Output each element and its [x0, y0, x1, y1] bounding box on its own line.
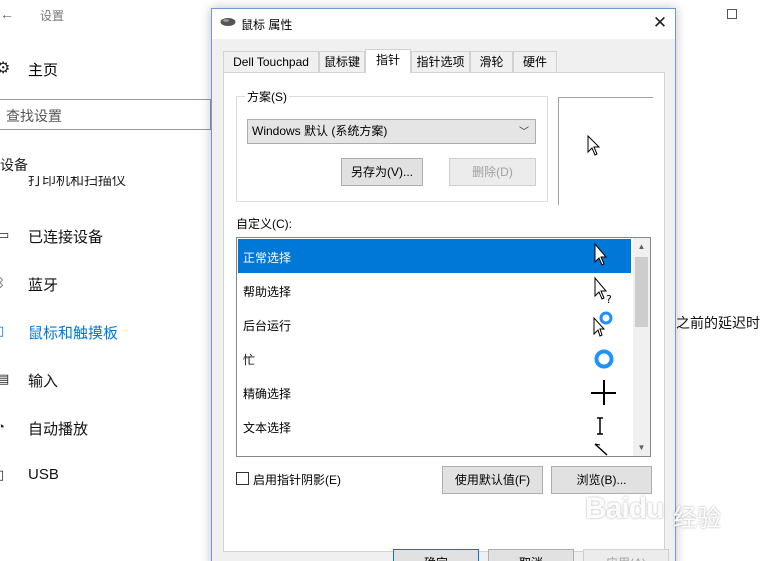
arrow-cursor-icon [594, 242, 608, 266]
text-cursor-icon [597, 417, 603, 435]
connected-devices-icon: ▭ [0, 227, 10, 242]
list-item[interactable]: 后台运行 [238, 307, 631, 341]
keyboard-icon: ▤ [0, 371, 10, 386]
sidebar-item-label: 鼠标和触摸板 [28, 325, 119, 342]
tab-hardware[interactable]: 硬件 [513, 51, 557, 72]
list-item[interactable]: 精确选择 [238, 375, 631, 409]
apply-button[interactable]: 应用(A) [583, 549, 669, 561]
watermark-brand: Baidu [585, 492, 664, 525]
settings-body-text: 之前的延迟时 [676, 315, 760, 331]
mouse-icon: ▯ [0, 323, 5, 338]
scroll-up-icon[interactable]: ▲ [633, 238, 650, 255]
pointer-shadow-label: 启用指针阴影(E) [253, 473, 341, 487]
tab-dell-touchpad[interactable]: Dell Touchpad [223, 51, 319, 72]
sidebar-item-printers[interactable]: 打印机和扫描仪 [28, 176, 126, 188]
list-item[interactable]: 忙 [238, 341, 631, 375]
sidebar-item-label: USB [28, 466, 59, 483]
busy-cursor-icon [594, 349, 614, 369]
list-item[interactable]: 帮助选择 ? [238, 273, 631, 307]
settings-title: 设置 [40, 9, 65, 23]
search-input[interactable]: 查找设置 [0, 99, 211, 130]
dialog-titlebar[interactable]: 鼠标 属性 ✕ [212, 9, 675, 39]
watermark-sub: 经验 [673, 505, 721, 532]
cursor-list[interactable]: 正常选择 帮助选择 ? 后台运行 忙 精确选择 文本选择 ▲ ▼ [236, 237, 651, 457]
search-placeholder: 查找设置 [6, 108, 62, 124]
sidebar-item-typing[interactable]: ▤ 输入 [0, 369, 211, 393]
chevron-down-icon: ﹀ [519, 127, 529, 138]
cursor-preview [558, 97, 653, 205]
mouse-icon [220, 18, 236, 26]
sidebar-item-autoplay[interactable]: ◔ 自动播放 [0, 417, 211, 441]
pointer-shadow-checkbox[interactable] [236, 472, 249, 485]
precision-cursor-icon [591, 380, 616, 405]
sidebar-item-usb[interactable]: ▯ USB [0, 465, 211, 489]
gear-icon: ⚙ [0, 60, 11, 77]
delete-button[interactable]: 删除(D) [449, 158, 536, 186]
autoplay-icon: ◔ [0, 419, 5, 434]
ok-button[interactable]: 确定 [393, 549, 479, 561]
list-item[interactable]: 正常选择 [238, 239, 631, 273]
sidebar-item-label: 输入 [28, 373, 59, 390]
cursor-role-label: 文本选择 [243, 421, 292, 435]
scrollbar-thumb[interactable] [635, 257, 648, 327]
scheme-selected-value: Windows 默认 (系统方案) [252, 124, 388, 138]
working-in-background-cursor-icon [593, 311, 613, 337]
cursor-role-label: 帮助选择 [243, 285, 292, 299]
usb-icon: ▯ [0, 467, 5, 482]
tab-wheel[interactable]: 滑轮 [470, 51, 513, 72]
sidebar-item-label: 蓝牙 [28, 277, 59, 294]
sidebar-item-connected-devices[interactable]: ▭ 已连接设备 [0, 225, 211, 249]
tab-pointers[interactable]: 指针 [365, 49, 411, 73]
use-default-button[interactable]: 使用默认值(F) [442, 466, 543, 494]
svg-text:?: ? [606, 293, 612, 304]
tab-pointer-options[interactable]: 指针选项 [411, 51, 470, 72]
cursor-role-label: 忙 [243, 353, 256, 367]
close-icon[interactable]: ✕ [648, 12, 672, 34]
cursor-role-label: 精确选择 [243, 387, 292, 401]
sidebar-item-label: 已连接设备 [28, 229, 104, 246]
sidebar-item-mouse-touchpad[interactable]: ▯ 鼠标和触摸板 [0, 321, 211, 345]
customize-label: 自定义(C): [236, 217, 292, 231]
home-label: 主页 [28, 62, 59, 79]
sidebar-item-bluetooth[interactable]: ᛒ 蓝牙 [0, 273, 211, 297]
scheme-group-label: 方案(S) [245, 88, 289, 105]
dialog-title: 鼠标 属性 [241, 18, 293, 32]
scroll-down-icon[interactable]: ▼ [633, 439, 650, 456]
scheme-group: 方案(S) Windows 默认 (系统方案) ﹀ 另存为(V)... 删除(D… [236, 88, 548, 202]
baidu-watermark-logo: Baidu 经验 [585, 470, 735, 532]
cursor-role-label: 后台运行 [243, 319, 292, 333]
arrow-cursor-icon [587, 135, 601, 156]
cancel-button[interactable]: 取消 [488, 549, 574, 561]
scheme-dropdown[interactable]: Windows 默认 (系统方案) ﹀ [247, 119, 536, 144]
cursor-role-label: 正常选择 [243, 251, 292, 265]
maximize-icon[interactable] [727, 9, 737, 19]
tab-mouse-buttons[interactable]: 鼠标键 [319, 51, 365, 72]
help-cursor-icon: ? [594, 276, 612, 304]
handwriting-cursor-icon [594, 443, 608, 456]
list-item[interactable]: 文本选择 [238, 409, 631, 443]
list-scrollbar[interactable]: ▲ ▼ [633, 238, 650, 456]
save-as-button[interactable]: 另存为(V)... [341, 158, 423, 186]
sidebar-item-label: 自动播放 [28, 421, 89, 438]
bluetooth-icon: ᛒ [0, 275, 5, 290]
back-arrow-icon[interactable]: ← [0, 6, 14, 22]
section-heading: 设备 [0, 157, 28, 173]
